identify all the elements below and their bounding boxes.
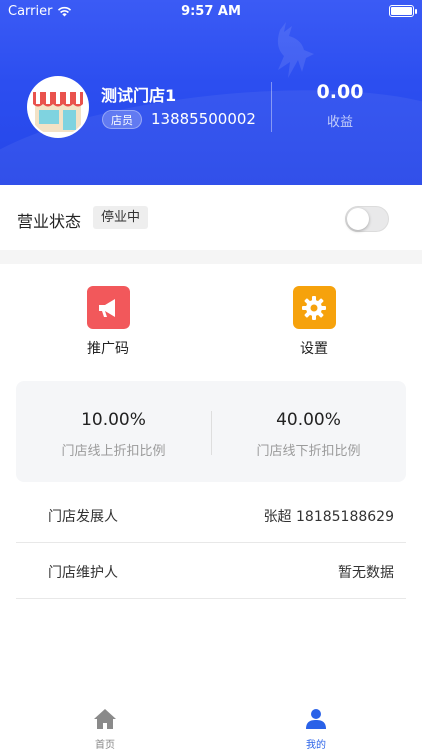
megaphone-icon (86, 286, 130, 329)
promo-code-label: 推广码 (87, 341, 129, 357)
tab-bar: 首页 我的 (0, 696, 422, 750)
promo-code-button[interactable]: 推广码 (68, 286, 148, 358)
section-gap (0, 250, 422, 264)
storefront-icon (29, 78, 87, 136)
business-status-badge: 停业中 (93, 206, 149, 229)
deer-watermark-icon (277, 22, 314, 78)
tab-home-label: 首页 (95, 740, 115, 750)
business-status-label: 营业状态 (17, 212, 82, 231)
status-time: 9:57 AM (181, 4, 241, 19)
home-icon (94, 709, 116, 729)
phone-number: 13885500002 (151, 110, 256, 128)
store-maintainer-label: 门店维护人 (48, 565, 118, 581)
store-developer-label: 门店发展人 (48, 509, 118, 525)
profile-screen: Carrier 9:57 AM 测试门店1 店员 13885500002 0.0… (0, 0, 422, 750)
settings-label: 设置 (300, 341, 328, 357)
online-discount-label: 门店线上折扣比例 (61, 444, 166, 459)
online-discount: 10.00% 门店线上折扣比例 (16, 381, 211, 482)
tab-home[interactable]: 首页 (75, 708, 135, 750)
business-status-toggle[interactable] (345, 206, 389, 232)
user-icon (306, 709, 326, 729)
header-divider (271, 82, 272, 132)
role-badge: 店员 (102, 110, 142, 129)
store-name: 测试门店1 (101, 86, 177, 105)
store-developer-value: 张超 18185188629 (263, 509, 394, 525)
online-discount-value: 10.00% (81, 410, 146, 430)
store-developer-row: 门店发展人 张超 18185188629 (16, 487, 406, 543)
offline-discount: 40.00% 门店线下折扣比例 (211, 381, 406, 482)
tab-mine-label: 我的 (306, 740, 326, 750)
store-maintainer-value: 暂无数据 (338, 565, 394, 581)
offline-discount-label: 门店线下折扣比例 (256, 444, 361, 459)
battery-icon (389, 5, 417, 17)
earnings-value[interactable]: 0.00 (300, 81, 380, 103)
discount-ratio-card: 10.00% 门店线上折扣比例 40.00% 门店线下折扣比例 (16, 381, 406, 482)
earnings-label: 收益 (326, 115, 353, 130)
settings-button[interactable]: 设置 (274, 286, 354, 358)
tab-mine[interactable]: 我的 (286, 708, 346, 750)
toggle-knob (347, 208, 369, 230)
status-bar: Carrier 9:57 AM (0, 0, 422, 24)
offline-discount-value: 40.00% (276, 410, 341, 430)
store-avatar[interactable] (27, 76, 89, 138)
store-maintainer-row: 门店维护人 暂无数据 (16, 543, 406, 599)
gear-icon (292, 286, 336, 329)
